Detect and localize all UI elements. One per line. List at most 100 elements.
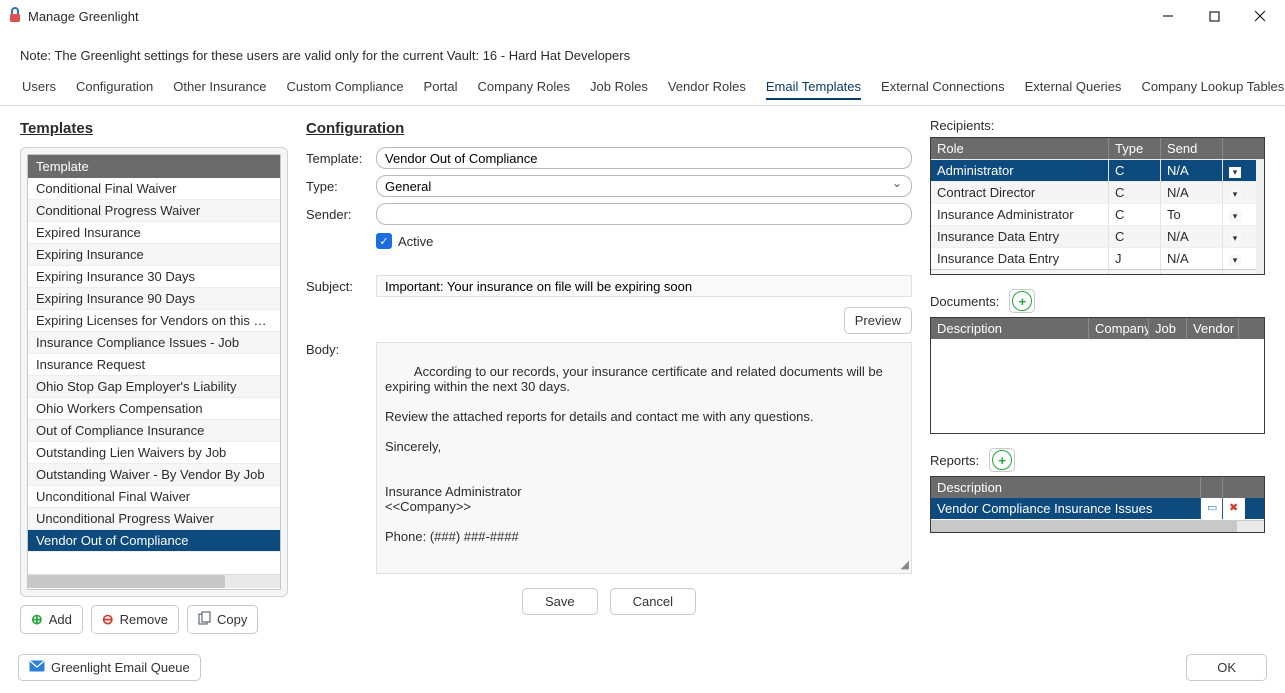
tab-company-roles[interactable]: Company Roles <box>478 77 571 99</box>
rep-col-a <box>1201 477 1223 498</box>
doc-col-desc[interactable]: Description <box>931 318 1089 339</box>
ok-button[interactable]: OK <box>1186 654 1267 681</box>
recipient-row[interactable]: Insurance ReviewerVN/A▾ <box>931 269 1264 274</box>
active-label: Active <box>398 234 433 249</box>
template-row[interactable]: Out of Compliance Insurance <box>28 420 280 442</box>
cancel-label: Cancel <box>633 594 673 609</box>
tab-external-connections[interactable]: External Connections <box>881 77 1005 99</box>
send-dropdown-icon[interactable]: ▾ <box>1229 233 1241 244</box>
maximize-button[interactable] <box>1191 2 1237 30</box>
report-delete-icon[interactable]: ✖ <box>1223 498 1245 519</box>
documents-body[interactable] <box>931 339 1264 433</box>
tab-job-roles[interactable]: Job Roles <box>590 77 648 99</box>
doc-col-vendor[interactable]: Vendor <box>1187 318 1239 339</box>
send-dropdown-icon[interactable]: ▾ <box>1229 211 1241 222</box>
add-document-button[interactable]: + <box>1009 289 1035 313</box>
tab-external-queries[interactable]: External Queries <box>1025 77 1122 99</box>
doc-col-job[interactable]: Job <box>1149 318 1187 339</box>
remove-template-button[interactable]: ⊖ Remove <box>91 605 179 634</box>
save-button[interactable]: Save <box>522 588 598 615</box>
add-template-button[interactable]: ⊕ Add <box>20 605 83 634</box>
template-row[interactable]: Expiring Insurance <box>28 244 280 266</box>
template-row[interactable]: Conditional Progress Waiver <box>28 200 280 222</box>
template-row[interactable]: Insurance Compliance Issues - Job <box>28 332 280 354</box>
cancel-button[interactable]: Cancel <box>610 588 696 615</box>
template-row[interactable]: Outstanding Waiver - By Vendor By Job <box>28 464 280 486</box>
send-dropdown-icon[interactable]: ▾ <box>1229 167 1241 178</box>
tab-company-lookup-tables[interactable]: Company Lookup Tables <box>1141 77 1284 99</box>
add-label: Add <box>49 612 72 627</box>
preview-button[interactable]: Preview <box>844 307 912 334</box>
report-row[interactable]: Vendor Compliance Insurance Issues ▭ ✖ <box>931 498 1264 519</box>
tab-users[interactable]: Users <box>22 77 56 99</box>
template-row[interactable]: Unconditional Final Waiver <box>28 486 280 508</box>
template-row[interactable]: Ohio Workers Compensation <box>28 398 280 420</box>
template-row[interactable]: Expiring Licenses for Vendors on this Jo… <box>28 310 280 332</box>
recip-col-role[interactable]: Role <box>931 138 1109 159</box>
body-content: According to our records, your insurance… <box>385 364 887 544</box>
tab-vendor-roles[interactable]: Vendor Roles <box>668 77 746 99</box>
recipients-grid: Role Type Send AdministratorCN/A▾Contrac… <box>930 137 1265 275</box>
recipient-row[interactable]: Insurance AdministratorCTo▾ <box>931 203 1264 225</box>
recip-col-send[interactable]: Send <box>1161 138 1223 159</box>
templates-list[interactable]: Conditional Final WaiverConditional Prog… <box>28 178 280 574</box>
type-select[interactable] <box>376 175 912 197</box>
copy-label: Copy <box>217 612 247 627</box>
plus-icon: ⊕ <box>31 611 43 628</box>
send-dropdown-icon[interactable]: ▾ <box>1229 189 1241 200</box>
recipients-label: Recipients: <box>930 118 1265 133</box>
sender-label: Sender: <box>306 207 376 222</box>
tab-email-templates[interactable]: Email Templates <box>766 77 861 100</box>
template-row[interactable]: Ohio Stop Gap Employer's Liability <box>28 376 280 398</box>
resize-handle-icon[interactable]: ◢ <box>901 558 909 571</box>
window-title: Manage Greenlight <box>28 9 139 24</box>
queue-label: Greenlight Email Queue <box>51 660 190 675</box>
rep-col-desc[interactable]: Description <box>931 477 1201 498</box>
recipient-row[interactable]: Insurance Data EntryJN/A▾ <box>931 247 1264 269</box>
recipient-row[interactable]: AdministratorCN/A▾ <box>931 159 1264 181</box>
send-dropdown-icon[interactable]: ▾ <box>1229 255 1241 266</box>
tab-other-insurance[interactable]: Other Insurance <box>173 77 266 99</box>
tab-custom-compliance[interactable]: Custom Compliance <box>287 77 404 99</box>
mail-icon <box>29 660 45 675</box>
reports-label: Reports: <box>930 453 979 468</box>
save-label: Save <box>545 594 575 609</box>
rep-col-b <box>1223 477 1245 498</box>
template-row[interactable]: Conditional Final Waiver <box>28 178 280 200</box>
vault-note: Note: The Greenlight settings for these … <box>0 32 1285 77</box>
template-row[interactable]: Expiring Insurance 90 Days <box>28 288 280 310</box>
recipient-row[interactable]: Contract DirectorCN/A▾ <box>931 181 1264 203</box>
recipients-vscrollbar[interactable] <box>1256 159 1264 274</box>
reports-grid: Description Vendor Compliance Insurance … <box>930 476 1265 533</box>
body-textarea[interactable]: According to our records, your insurance… <box>376 342 912 574</box>
close-button[interactable] <box>1237 2 1283 30</box>
tab-portal[interactable]: Portal <box>424 77 458 99</box>
report-desc: Vendor Compliance Insurance Issues <box>931 498 1201 519</box>
report-view-icon[interactable]: ▭ <box>1201 498 1223 519</box>
recipient-row[interactable]: Insurance Data EntryCN/A▾ <box>931 225 1264 247</box>
sender-input[interactable] <box>376 203 912 225</box>
reports-hscrollbar[interactable] <box>931 520 1264 532</box>
copy-template-button[interactable]: Copy <box>187 605 258 634</box>
greenlight-email-queue-button[interactable]: Greenlight Email Queue <box>18 654 201 681</box>
documents-label: Documents: <box>930 294 999 309</box>
template-row[interactable]: Vendor Out of Compliance <box>28 530 280 552</box>
template-row[interactable]: Expired Insurance <box>28 222 280 244</box>
templates-list-header[interactable]: Template <box>28 155 280 178</box>
documents-grid: Description Company Job Vendor <box>930 317 1265 434</box>
template-row[interactable]: Insurance Request <box>28 354 280 376</box>
tab-configuration[interactable]: Configuration <box>76 77 153 99</box>
templates-hscrollbar[interactable] <box>28 574 280 588</box>
recip-col-type[interactable]: Type <box>1109 138 1161 159</box>
add-report-button[interactable]: + <box>989 448 1015 472</box>
template-row[interactable]: Expiring Insurance 30 Days <box>28 266 280 288</box>
template-row[interactable]: Outstanding Lien Waivers by Job <box>28 442 280 464</box>
minimize-button[interactable] <box>1145 2 1191 30</box>
doc-col-company[interactable]: Company <box>1089 318 1149 339</box>
remove-icon: ⊖ <box>102 611 114 628</box>
subject-input[interactable] <box>376 275 912 297</box>
template-name-input[interactable] <box>376 147 912 169</box>
active-checkbox[interactable]: ✓ Active <box>376 233 912 249</box>
configuration-heading: Configuration <box>306 120 912 137</box>
template-row[interactable]: Unconditional Progress Waiver <box>28 508 280 530</box>
